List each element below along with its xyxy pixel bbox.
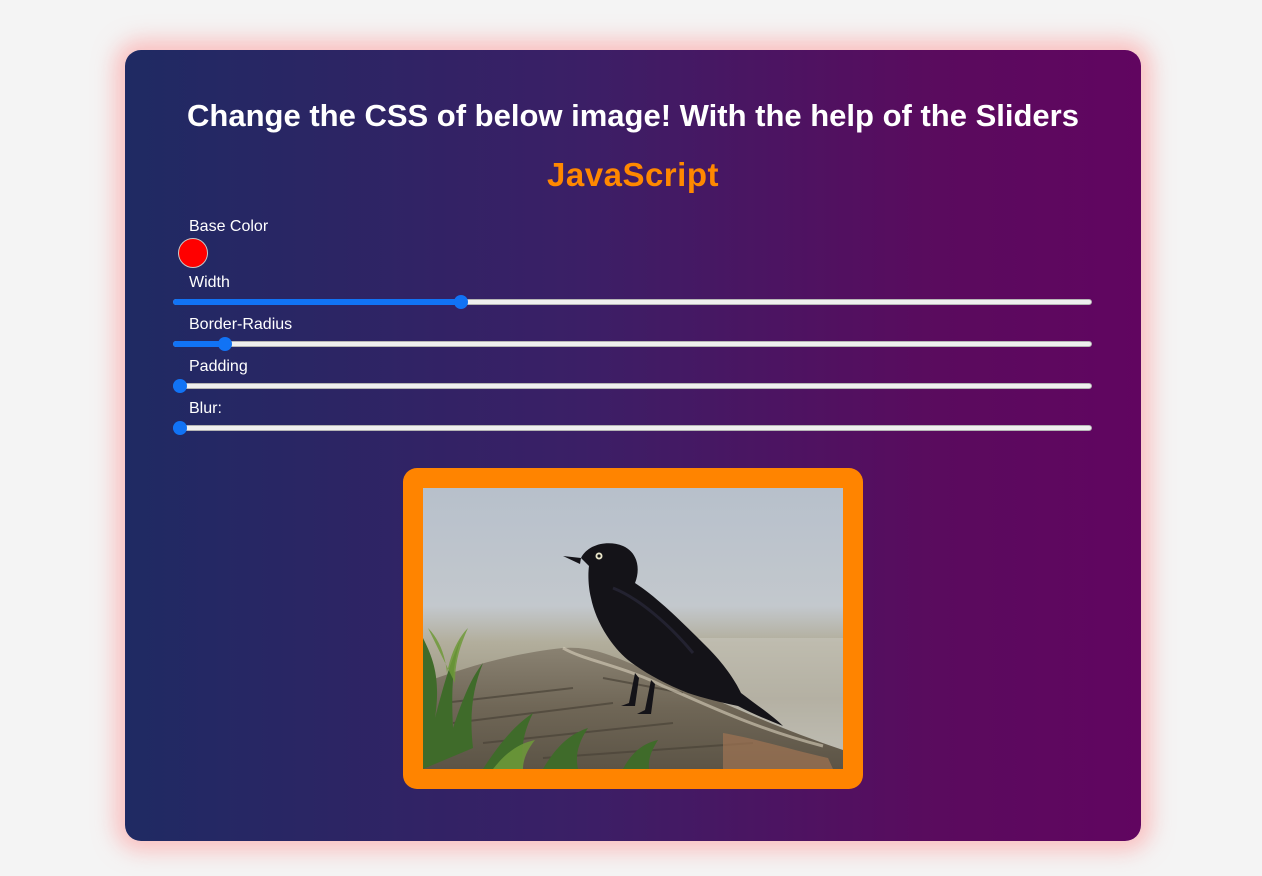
border-radius-slider-track [173, 341, 1092, 347]
bird-photo-art [423, 488, 843, 769]
width-slider-fill [173, 299, 461, 305]
padding-slider-thumb[interactable] [173, 379, 187, 393]
page-subtitle: JavaScript [547, 156, 719, 193]
width-label: Width [189, 274, 230, 291]
width-slider-thumb[interactable] [453, 295, 468, 309]
blur-slider-thumb[interactable] [173, 421, 187, 435]
blur-label: Blur: [189, 400, 222, 417]
bird-photo [423, 488, 843, 769]
padding-label: Padding [189, 358, 248, 375]
border-radius-label: Border-Radius [189, 316, 293, 333]
image-frame [403, 468, 863, 789]
border-radius-slider-thumb[interactable] [218, 337, 233, 351]
base-color-picker[interactable] [178, 238, 208, 268]
blur-slider[interactable] [173, 420, 1092, 436]
padding-slider[interactable] [173, 378, 1092, 394]
padding-slider-track [173, 383, 1092, 389]
main-card: Change the CSS of below image! With the … [125, 50, 1141, 841]
page-title: Change the CSS of below image! With the … [187, 98, 1079, 133]
blur-slider-track [173, 425, 1092, 431]
width-slider[interactable] [173, 294, 1092, 310]
base-color-label: Base Color [189, 218, 269, 235]
border-radius-slider[interactable] [173, 336, 1092, 352]
